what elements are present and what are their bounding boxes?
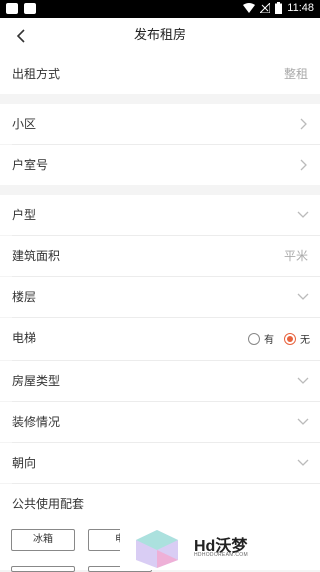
notification-icon — [24, 3, 36, 14]
layout-label: 户型 — [12, 208, 37, 222]
chevron-down-icon — [297, 211, 309, 218]
watermark: Hd沃梦 HDHODOREAM.COM — [120, 528, 260, 570]
elevator-yes-radio[interactable] — [248, 332, 260, 345]
orientation-label: 朝向 — [12, 456, 37, 470]
elevator-yes-label: 有 — [264, 335, 274, 346]
elevator-label: 电梯 — [12, 331, 37, 345]
room-number-label: 户室号 — [12, 158, 49, 172]
chevron-down-icon — [297, 293, 309, 300]
signal-icon — [260, 3, 271, 13]
community-row[interactable]: 小区 — [0, 104, 320, 144]
area-row[interactable]: 建筑面积 平米 — [0, 236, 320, 276]
rental-mode-value: 整租 — [283, 67, 308, 81]
rental-mode-row[interactable]: 出租方式 整租 — [0, 54, 320, 94]
chevron-right-icon — [300, 159, 307, 171]
wifi-icon — [243, 3, 256, 13]
room-number-row[interactable]: 户室号 — [0, 145, 320, 185]
status-bar: 11:48 — [0, 0, 320, 18]
layout-row[interactable]: 户型 — [0, 195, 320, 235]
clock: 11:48 — [287, 2, 314, 14]
back-arrow-icon[interactable] — [12, 26, 32, 46]
facility-tag-row2[interactable] — [11, 566, 75, 572]
rental-mode-label: 出租方式 — [12, 67, 61, 81]
area-unit: 平米 — [283, 249, 308, 263]
house-type-label: 房屋类型 — [12, 374, 61, 388]
elevator-no-label: 无 — [300, 335, 310, 346]
floor-row[interactable]: 楼层 — [0, 277, 320, 317]
chevron-down-icon — [297, 377, 309, 384]
elevator-row: 电梯 有 无 — [0, 318, 320, 360]
elevator-radio-group: 有 无 — [248, 331, 310, 346]
watermark-subtext: HDHODOREAM.COM — [194, 552, 248, 558]
battery-icon — [275, 2, 283, 14]
elevator-no-radio[interactable] — [284, 332, 296, 345]
community-label: 小区 — [12, 117, 37, 131]
house-type-row[interactable]: 房屋类型 — [0, 361, 320, 401]
chevron-right-icon — [300, 118, 307, 130]
nav-bar: 发布租房 — [0, 18, 320, 54]
facilities-label: 公共使用配套 — [12, 497, 85, 511]
page-title: 发布租房 — [133, 28, 186, 43]
notification-icon — [6, 3, 18, 14]
watermark-logo-icon — [136, 530, 178, 568]
chevron-down-icon — [297, 418, 309, 425]
floor-label: 楼层 — [12, 290, 37, 304]
area-label: 建筑面积 — [12, 249, 61, 263]
decoration-label: 装修情况 — [12, 415, 61, 429]
decoration-row[interactable]: 装修情况 — [0, 402, 320, 442]
orientation-row[interactable]: 朝向 — [0, 443, 320, 483]
chevron-down-icon — [297, 459, 309, 466]
facility-tag-fridge[interactable]: 冰箱 — [11, 529, 75, 551]
